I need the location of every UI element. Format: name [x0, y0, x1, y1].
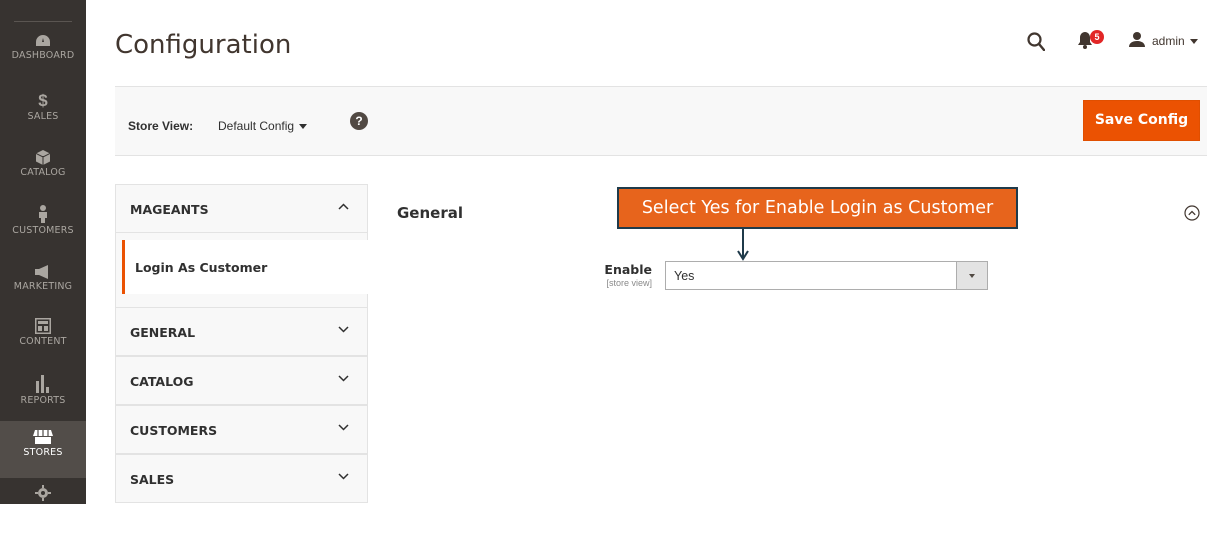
enable-field-label: Enable	[604, 262, 652, 277]
store-view-chevron-icon[interactable]	[299, 124, 307, 129]
save-config-button[interactable]: Save Config	[1083, 100, 1200, 141]
nav-item-stores[interactable]: STORES	[0, 421, 86, 478]
person-icon	[39, 205, 47, 223]
store-icon	[33, 430, 53, 444]
nav-label-catalog: CATALOG	[20, 167, 66, 178]
tab-group-catalog[interactable]: CATALOG	[115, 356, 368, 405]
annotation-callout: Select Yes for Enable Login as Customer	[617, 187, 1018, 229]
help-icon[interactable]: ?	[350, 112, 368, 130]
nav-item-system[interactable]	[0, 485, 86, 542]
gear-icon	[35, 485, 51, 501]
nav-item-dashboard[interactable]: DASHBOARD	[0, 34, 86, 91]
chevron-down-icon[interactable]	[1190, 39, 1198, 44]
dashboard-icon	[36, 35, 50, 46]
tab-group-customers[interactable]: CUSTOMERS	[115, 405, 368, 454]
tab-group-title: CUSTOMERS	[130, 423, 218, 438]
nav-item-customers[interactable]: CUSTOMERS	[0, 205, 86, 262]
nav-item-content[interactable]: CONTENT	[0, 318, 86, 375]
nav-label-marketing: MARKETING	[13, 281, 73, 292]
store-view-switcher[interactable]: Default Config	[218, 119, 294, 133]
arrow-down-icon	[737, 229, 749, 261]
cube-icon	[36, 150, 50, 165]
select-dropdown-button[interactable]	[956, 262, 987, 289]
nav-item-marketing[interactable]: MARKETING	[0, 265, 86, 322]
store-view-bar: Store View: Default Config ? Save Config	[115, 86, 1207, 156]
config-tabs: MAGEANTS Login As Customer GENERAL CATAL…	[115, 184, 369, 504]
section-title[interactable]: General	[397, 204, 463, 222]
megaphone-icon	[35, 265, 48, 279]
bar-chart-icon	[36, 375, 49, 393]
tab-item-login-as-customer[interactable]: Login As Customer	[122, 240, 369, 294]
nav-label-dashboard: DASHBOARD	[11, 50, 75, 61]
nav-item-sales[interactable]: $ SALES	[0, 92, 86, 149]
tab-item-label: Login As Customer	[135, 260, 268, 275]
layout-icon	[35, 318, 51, 334]
chevron-down-icon	[338, 326, 349, 333]
tab-group-mageants[interactable]: MAGEANTS	[115, 184, 368, 233]
tab-group-title: MAGEANTS	[130, 202, 209, 217]
chevron-up-icon	[338, 203, 349, 210]
nav-label-reports: REPORTS	[20, 395, 66, 406]
collapse-circle-icon[interactable]	[1184, 205, 1200, 221]
tab-group-title: SALES	[130, 472, 175, 487]
nav-label-content: CONTENT	[19, 336, 67, 347]
dollar-icon: $	[38, 91, 48, 110]
user-icon[interactable]	[1129, 32, 1145, 47]
user-menu-label[interactable]: admin	[1152, 34, 1185, 48]
nav-label-sales: SALES	[27, 111, 59, 122]
enable-field-scope: [store view]	[606, 278, 652, 288]
chevron-down-icon	[969, 274, 975, 278]
search-icon[interactable]	[1027, 32, 1045, 51]
nav-label-customers: CUSTOMERS	[12, 225, 74, 236]
tab-group-mageants-items: Login As Customer	[115, 233, 369, 307]
page-title: Configuration	[115, 30, 292, 60]
enable-select[interactable]: Yes	[665, 261, 988, 290]
admin-sidebar: DASHBOARD $ SALES CATALOG CUSTOMERS MARK…	[0, 0, 86, 504]
notification-count-badge: 5	[1090, 30, 1104, 44]
tab-group-title: GENERAL	[130, 325, 196, 340]
chevron-down-icon	[338, 473, 349, 480]
chevron-down-icon	[338, 424, 349, 431]
nav-item-catalog[interactable]: CATALOG	[0, 150, 86, 207]
tab-group-title: CATALOG	[130, 374, 194, 389]
nav-label-stores: STORES	[23, 447, 63, 458]
enable-select-value: Yes	[674, 269, 695, 283]
tab-group-general[interactable]: GENERAL	[115, 307, 368, 356]
logo-divider	[14, 21, 72, 22]
tab-group-sales[interactable]: SALES	[115, 454, 368, 503]
store-view-label: Store View:	[128, 119, 194, 133]
chevron-down-icon	[338, 375, 349, 382]
